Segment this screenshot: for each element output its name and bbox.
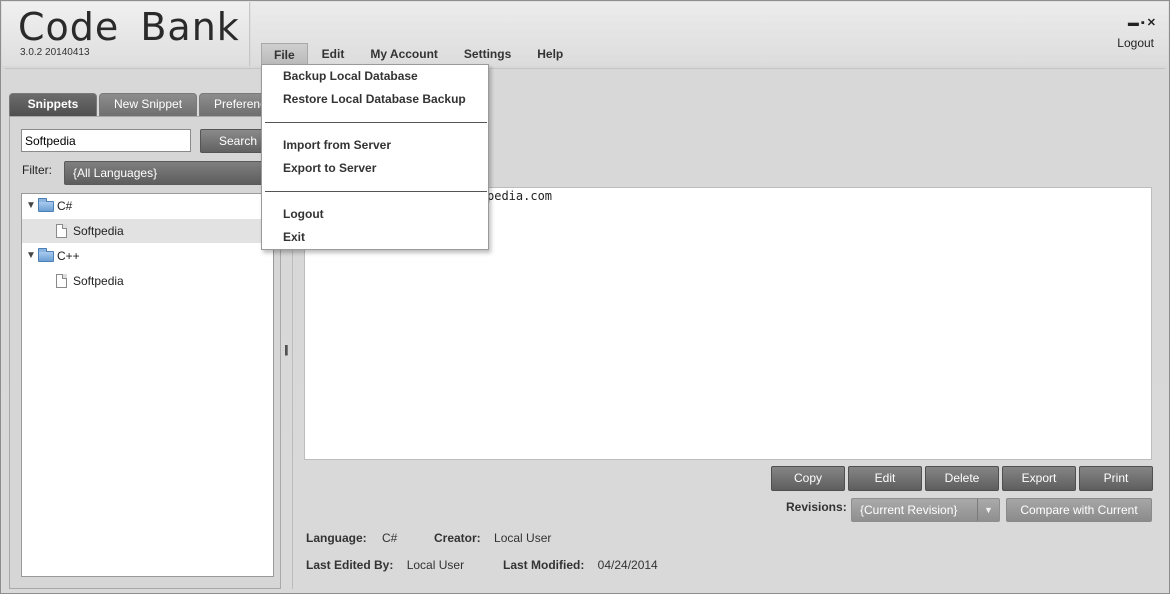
print-button[interactable]: Print bbox=[1079, 466, 1153, 491]
tree-folder-cpp[interactable]: ▼ C++ bbox=[22, 244, 273, 268]
revisions-select[interactable]: {Current Revision} ▼ bbox=[851, 498, 1000, 522]
menu-file[interactable]: File bbox=[261, 43, 308, 65]
menu-edit[interactable]: Edit bbox=[310, 43, 357, 65]
last-edited-by-value: Local User bbox=[406, 558, 465, 572]
language-filter-select[interactable]: {All Languages} bbox=[64, 161, 276, 185]
last-modified-value: 04/24/2014 bbox=[597, 558, 658, 572]
tree-file-softpedia-csharp[interactable]: Softpedia bbox=[22, 219, 273, 243]
copy-button[interactable]: Copy bbox=[771, 466, 845, 491]
tree-node-label: C++ bbox=[57, 249, 80, 263]
menu-item-backup-local-database[interactable]: Backup Local Database bbox=[283, 69, 418, 83]
logout-link[interactable]: Logout bbox=[1117, 36, 1154, 50]
compare-with-current-button[interactable]: Compare with Current bbox=[1006, 498, 1152, 522]
export-button[interactable]: Export bbox=[1002, 466, 1076, 491]
tree-folder-csharp[interactable]: ▼ C# bbox=[22, 194, 273, 218]
last-edited-by-field: Last Edited By: Local User bbox=[306, 558, 464, 572]
last-edited-by-label: Last Edited By: bbox=[306, 558, 394, 572]
app-title: Code Bank bbox=[18, 5, 240, 49]
code-text: pedia.com bbox=[487, 189, 553, 203]
folder-open-icon bbox=[38, 248, 54, 262]
tree-file-softpedia-cpp[interactable]: Softpedia bbox=[22, 269, 273, 293]
revisions-selected-value: {Current Revision} bbox=[860, 503, 958, 517]
tree-node-label: Softpedia bbox=[73, 274, 124, 288]
menu-separator bbox=[265, 122, 487, 123]
menu-item-logout[interactable]: Logout bbox=[283, 207, 324, 221]
logo-panel: Code Bank 3.0.2 20140413 bbox=[2, 2, 250, 66]
document-icon bbox=[56, 274, 67, 288]
document-icon bbox=[56, 224, 67, 238]
chevron-down-icon: ▼ bbox=[977, 499, 999, 521]
menu-item-export-to-server[interactable]: Export to Server bbox=[283, 161, 376, 175]
menu-item-import-from-server[interactable]: Import from Server bbox=[283, 138, 391, 152]
panel-splitter-handle[interactable]: ||| bbox=[284, 344, 288, 356]
language-label: Language: bbox=[306, 531, 367, 545]
tab-bar: Snippets New Snippet Preferenc bbox=[9, 93, 283, 116]
search-input[interactable] bbox=[21, 129, 191, 152]
app-version: 3.0.2 20140413 bbox=[20, 47, 90, 58]
language-field: Language: C# bbox=[306, 531, 397, 545]
tab-snippets[interactable]: Snippets bbox=[9, 93, 97, 116]
tree-node-label: C# bbox=[57, 199, 73, 213]
delete-button[interactable]: Delete bbox=[925, 466, 999, 491]
filter-label: Filter: bbox=[22, 163, 52, 177]
expand-arrow-icon[interactable]: ▼ bbox=[26, 244, 36, 268]
menu-help[interactable]: Help bbox=[525, 43, 575, 65]
expand-arrow-icon[interactable]: ▼ bbox=[26, 194, 36, 218]
header-divider bbox=[5, 68, 1165, 69]
menu-item-restore-local-database-backup[interactable]: Restore Local Database Backup bbox=[283, 92, 466, 106]
revisions-label: Revisions: bbox=[786, 500, 847, 514]
snippets-panel: Search Filter: {All Languages} ▼ C# Soft… bbox=[9, 116, 281, 589]
window-controls[interactable]: ▬▪✕ bbox=[1128, 16, 1158, 29]
snippet-tree: ▼ C# Softpedia ▼ C++ Softpedia bbox=[21, 193, 274, 577]
menubar: File Edit My Account Settings Help bbox=[261, 43, 577, 65]
last-modified-label: Last Modified: bbox=[503, 558, 585, 572]
tab-new-snippet[interactable]: New Snippet bbox=[99, 93, 198, 116]
creator-field: Creator: Local User bbox=[434, 531, 551, 545]
menu-separator bbox=[265, 191, 487, 192]
creator-label: Creator: bbox=[434, 531, 481, 545]
file-menu-dropdown: Backup Local Database Restore Local Data… bbox=[261, 64, 489, 250]
tree-node-label: Softpedia bbox=[73, 224, 124, 238]
edit-button[interactable]: Edit bbox=[848, 466, 922, 491]
app-window: Code Bank 3.0.2 20140413 ▬▪✕ Logout File… bbox=[0, 0, 1170, 594]
creator-value: Local User bbox=[494, 531, 552, 545]
folder-open-icon bbox=[38, 198, 54, 212]
last-modified-field: Last Modified: 04/24/2014 bbox=[503, 558, 658, 572]
menu-item-exit[interactable]: Exit bbox=[283, 230, 305, 244]
menu-my-account[interactable]: My Account bbox=[358, 43, 450, 65]
menu-settings[interactable]: Settings bbox=[452, 43, 523, 65]
language-value: C# bbox=[382, 531, 398, 545]
